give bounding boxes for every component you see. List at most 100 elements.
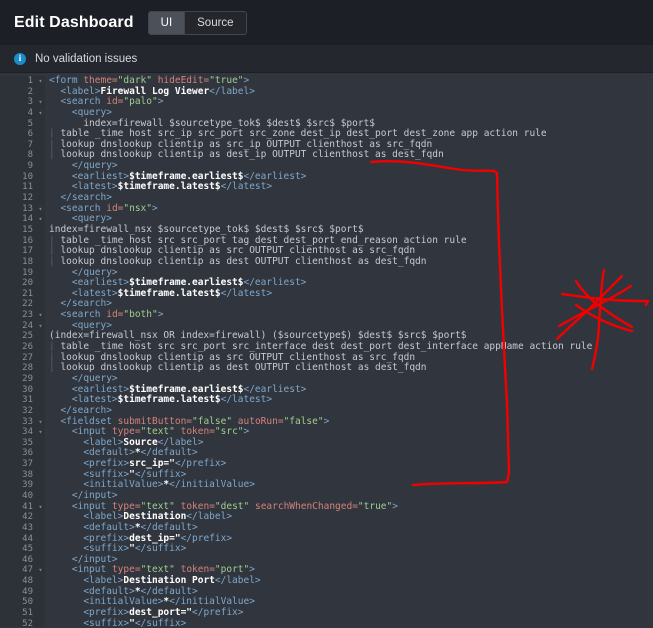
code-token-tag: <input — [71, 426, 112, 438]
fold-spacer — [36, 267, 45, 279]
fold-spacer — [36, 554, 45, 566]
source-code-editor[interactable]: 1 ▾ <form theme="dark" hideEdit="true"> 2 <… — [0, 73, 653, 627]
code-token-tag: </prefix> — [180, 532, 233, 544]
code-token-tag: <form — [49, 75, 84, 86]
fold-toggle-icon[interactable]: ▾ — [36, 214, 45, 225]
fold-spacer — [36, 161, 45, 172]
line-number: 19 — [0, 267, 36, 279]
code-token-tag: > — [152, 202, 158, 214]
code-token-tag: </input> — [71, 489, 118, 501]
top-bar: Edit Dashboard UI Source — [0, 0, 653, 45]
line-number: 8 — [0, 150, 36, 162]
fold-toggle-icon[interactable]: ▾ — [36, 76, 45, 87]
tab-ui[interactable]: UI — [148, 11, 185, 34]
line-number: 39 — [0, 480, 36, 491]
code-token-plain: table _time host src src_port tag dest d… — [60, 234, 467, 246]
fold-toggle-icon[interactable]: ▾ — [36, 416, 45, 428]
line-number: 28 — [0, 363, 36, 374]
code-token-txt: Source — [123, 436, 158, 448]
code-token-tag: </default> — [140, 521, 198, 533]
fold-spacer — [36, 235, 45, 247]
code-token-attr: type= — [111, 564, 141, 576]
fold-spacer — [36, 224, 45, 236]
fold-toggle-icon[interactable]: ▾ — [36, 501, 45, 513]
code-token-val: "false" — [283, 415, 324, 427]
validation-bar: i No validation issues — [0, 45, 653, 73]
code-token-tag: <query> — [71, 106, 112, 118]
line-number: 6 — [0, 129, 36, 140]
line-number: 20 — [0, 278, 36, 289]
code-line-content[interactable]: <suffix>"</suffix> — [45, 617, 187, 627]
line-number: 34 — [0, 427, 36, 438]
fold-toggle-icon[interactable]: ▾ — [36, 203, 45, 215]
line-number: 50 — [0, 597, 36, 609]
line-number: 17 — [0, 246, 36, 257]
line-number: 16 — [0, 235, 36, 247]
fold-spacer — [36, 129, 45, 140]
code-token-tag: </search> — [60, 404, 112, 416]
code-token-tag: <suffix> — [83, 543, 130, 555]
line-number: 26 — [0, 342, 36, 353]
fold-spacer — [36, 459, 45, 470]
line-number: 36 — [0, 448, 36, 460]
code-token-tag: </query> — [71, 372, 118, 384]
fold-spacer — [36, 193, 45, 204]
line-number: 49 — [0, 586, 36, 598]
edit-dashboard-source-window: Edit Dashboard UI Source i No validation… — [0, 0, 653, 628]
code-token-tag: </suffix> — [134, 617, 187, 627]
code-lines-container[interactable]: 1 ▾ <form theme="dark" hideEdit="true"> 2 <… — [0, 73, 653, 627]
code-token-tag: </earliest> — [243, 170, 307, 182]
code-token-tag: </latest> — [220, 181, 273, 193]
fold-spacer — [36, 342, 45, 353]
code-token-txt: Destination — [123, 511, 187, 523]
line-number: 11 — [0, 182, 36, 194]
fold-spacer — [36, 512, 45, 523]
code-token-tag: </suffix> — [134, 468, 187, 480]
code-token-txt: $timeframe.earliest$ — [129, 277, 244, 289]
tab-source[interactable]: Source — [184, 11, 246, 34]
code-token-tag: <prefix> — [83, 458, 130, 470]
line-number: 35 — [0, 437, 36, 449]
view-mode-toggle[interactable]: UI Source — [147, 10, 247, 35]
line-number: 41 — [0, 501, 36, 513]
code-token-tag: </earliest> — [243, 277, 307, 289]
fold-spacer — [36, 299, 45, 311]
code-token-txt: $timeframe.earliest$ — [129, 383, 244, 395]
code-token-attr: searchWhenChanged= — [249, 500, 358, 512]
code-token-txt: src_ip=" — [129, 458, 175, 470]
code-token-attr: autoRun= — [232, 415, 284, 427]
fold-spacer — [36, 118, 45, 130]
code-token-tag: <search — [60, 309, 107, 321]
line-number: 42 — [0, 512, 36, 523]
fold-spacer — [36, 618, 45, 627]
code-token-tag: </initialValue> — [169, 479, 255, 491]
fold-toggle-icon[interactable]: ▾ — [36, 97, 45, 108]
line-number: 52 — [0, 618, 36, 627]
fold-toggle-icon[interactable]: ▾ — [36, 310, 45, 321]
line-number: 29 — [0, 373, 36, 385]
fold-toggle-icon[interactable]: ▾ — [36, 320, 45, 332]
line-number: 5 — [0, 118, 36, 130]
code-token-txt: Destination Port — [123, 575, 215, 587]
code-token-guide: | — [49, 341, 61, 353]
fold-toggle-icon[interactable]: ▾ — [36, 107, 45, 119]
code-token-plain: index=firewall_nsx $sourcetype_tok$ $des… — [49, 223, 364, 235]
code-token-tag: </label> — [209, 85, 255, 97]
code-token-val: "text" — [140, 500, 175, 512]
fold-spacer — [36, 288, 45, 300]
code-token-tag: <default> — [83, 521, 135, 533]
code-token-tag: </latest> — [220, 287, 273, 299]
code-token-tag: <label> — [83, 575, 124, 587]
code-token-plain: lookup dnslookup clientip as dest_ip OUT… — [60, 149, 444, 161]
code-token-txt: $timeframe.latest$ — [117, 181, 221, 193]
code-line[interactable]: 52 <suffix>"</suffix> — [0, 617, 653, 627]
fold-spacer — [36, 331, 45, 343]
info-circle-icon: i — [14, 52, 26, 65]
line-number: 24 — [0, 320, 36, 332]
fold-toggle-icon[interactable]: ▾ — [36, 565, 45, 577]
code-token-guide: | — [49, 149, 61, 161]
line-number: 22 — [0, 299, 36, 311]
line-number: 30 — [0, 384, 36, 396]
code-token-tag: > — [249, 564, 255, 576]
fold-toggle-icon[interactable]: ▾ — [36, 427, 45, 438]
